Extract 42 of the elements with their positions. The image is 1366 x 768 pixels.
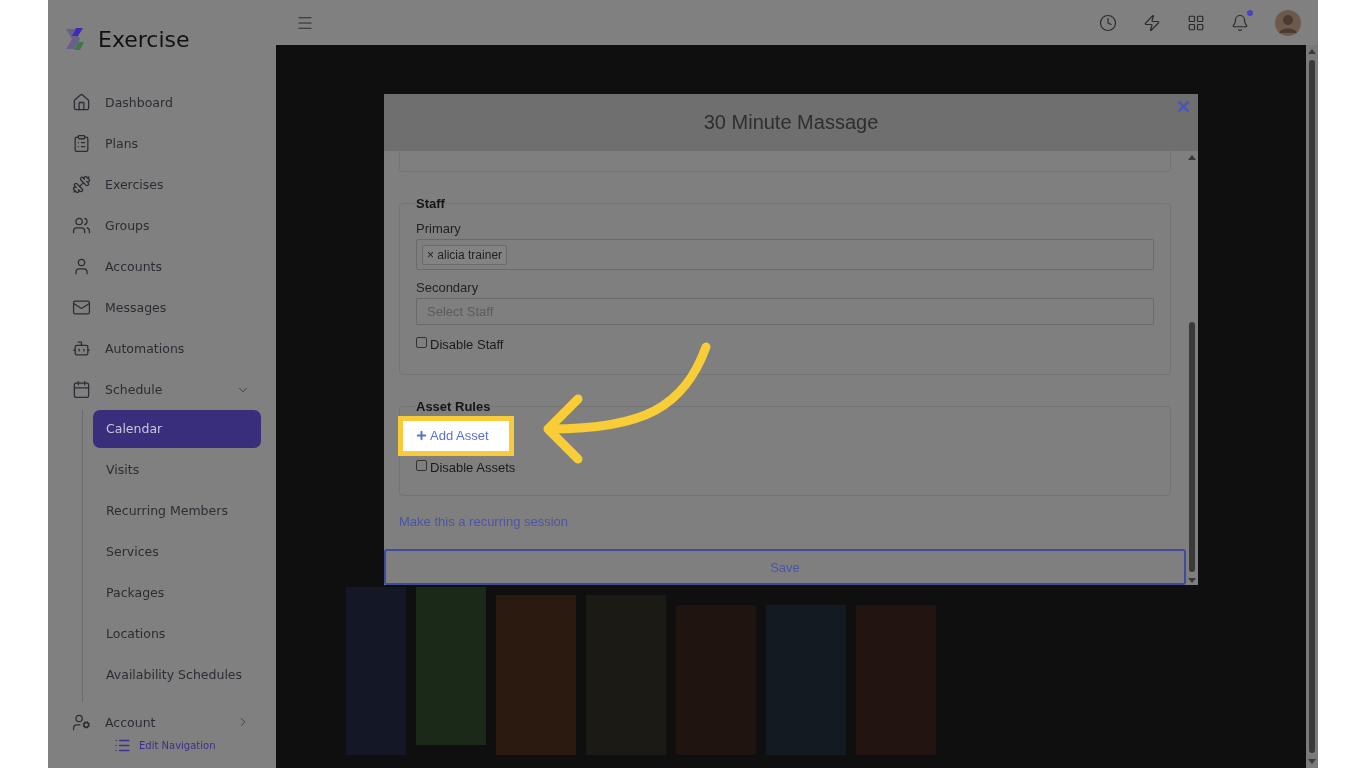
- sidebar-subitem[interactable]: Calendar: [93, 410, 261, 448]
- envelope-icon: [72, 298, 91, 317]
- avatar-icon[interactable]: [1275, 9, 1301, 36]
- sidebar-item[interactable]: Plans: [72, 123, 276, 164]
- sidebar-item[interactable]: Groups: [72, 205, 276, 246]
- disable-assets-checkbox[interactable]: Disable Assets: [416, 460, 1154, 475]
- home-icon: [72, 93, 91, 112]
- modal-title: 30 Minute Massage: [703, 111, 879, 134]
- people-icon: [72, 216, 91, 235]
- sidebar-subitem[interactable]: Recurring Members: [93, 492, 261, 530]
- sidebar-item[interactable]: Messages: [72, 287, 276, 328]
- plus-icon: [415, 429, 428, 442]
- sidebar-subitem[interactable]: Availability Schedules: [93, 656, 261, 694]
- clock-icon[interactable]: [1099, 13, 1117, 32]
- primary-staff-field[interactable]: × alicia trainer: [416, 239, 1154, 270]
- robot-icon: [72, 339, 91, 358]
- sidebar-item[interactable]: Exercises: [72, 164, 276, 205]
- sidebar-item[interactable]: Dashboard: [72, 82, 276, 123]
- person-icon: [72, 257, 91, 276]
- calendar-icon: [72, 380, 91, 399]
- add-asset-button[interactable]: Add Asset: [398, 416, 514, 456]
- sidebar-subitem[interactable]: Locations: [93, 615, 261, 653]
- edit-navigation-link[interactable]: Edit Navigation: [114, 736, 276, 754]
- sidebar-item[interactable]: Accounts: [72, 246, 276, 287]
- sidebar-subitem[interactable]: Services: [93, 533, 261, 571]
- field-label: Secondary: [416, 280, 480, 295]
- sidebar-item[interactable]: Automations: [72, 328, 276, 369]
- dumbbell-icon: [72, 175, 91, 194]
- fieldset-legend: Asset Rules: [416, 399, 491, 414]
- person-gear-icon: [72, 712, 91, 732]
- app-name: Exercise: [98, 26, 190, 52]
- page-scrollbar[interactable]: [1306, 45, 1318, 768]
- fieldset-legend: Staff: [416, 196, 445, 211]
- sidebar-item[interactable]: Schedule: [72, 369, 276, 410]
- lightning-icon[interactable]: [1143, 13, 1161, 32]
- sidebar-subitem[interactable]: Packages: [93, 574, 261, 612]
- field-label: Primary: [416, 221, 462, 236]
- staff-tag[interactable]: × alicia trainer: [422, 244, 508, 265]
- apps-grid-icon[interactable]: [1187, 13, 1205, 32]
- sidebar-subitem[interactable]: Visits: [93, 451, 261, 489]
- clipboard-icon: [72, 134, 91, 153]
- disable-staff-checkbox[interactable]: Disable Staff: [416, 337, 1154, 352]
